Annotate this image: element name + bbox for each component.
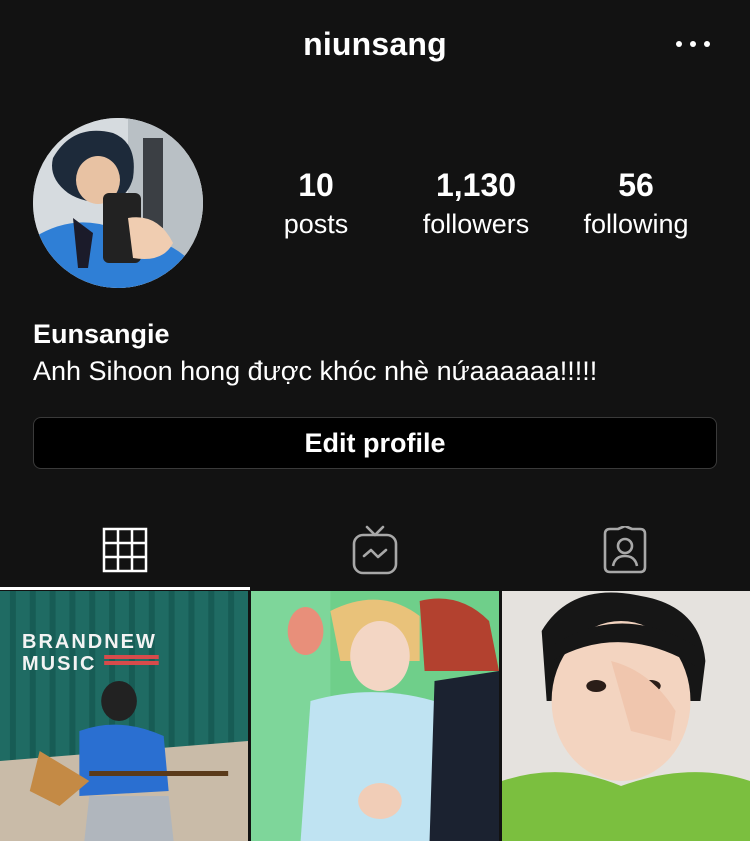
posts-grid: BRANDNEW MUSIC	[0, 591, 750, 841]
profile-tabs	[0, 510, 750, 590]
profile-header: niunsang	[0, 0, 750, 92]
edit-profile-button[interactable]: Edit profile	[33, 417, 717, 469]
profile-username: niunsang	[303, 26, 447, 62]
post-thumbnail-3[interactable]	[502, 591, 750, 841]
more-options-icon[interactable]	[676, 30, 710, 58]
tab-igtv[interactable]	[250, 510, 500, 590]
more-dot	[676, 41, 682, 47]
stat-following[interactable]: 56 following	[581, 166, 691, 242]
tab-tagged[interactable]	[500, 510, 750, 590]
stat-posts[interactable]: 10 posts	[261, 166, 371, 242]
igtv-icon	[352, 525, 398, 575]
caption-line: MUSIC	[22, 653, 97, 675]
post-image	[0, 591, 248, 841]
stat-value: 1,130	[435, 167, 517, 203]
stat-value: 56	[618, 167, 654, 203]
caption-line: BRANDNEW	[22, 631, 157, 653]
more-dot	[704, 41, 710, 47]
tab-posts-grid[interactable]	[0, 510, 250, 590]
post-image	[502, 591, 750, 841]
post-thumbnail-2[interactable]	[251, 591, 499, 841]
post-caption-text: BRANDNEW MUSIC	[22, 631, 157, 675]
stat-value: 10	[298, 167, 334, 203]
profile-stats: 10 posts 1,130 followers 56 following	[236, 166, 716, 242]
stat-label: followers	[422, 209, 530, 239]
stat-followers[interactable]: 1,130 followers	[421, 166, 531, 242]
more-dot	[690, 41, 696, 47]
display-name: Eunsangie	[33, 319, 170, 349]
stat-label: posts	[283, 209, 349, 239]
post-thumbnail-1[interactable]: BRANDNEW MUSIC	[0, 591, 248, 841]
avatar[interactable]	[33, 118, 203, 288]
post-image	[251, 591, 499, 841]
tagged-icon	[603, 526, 647, 574]
stat-label: following	[583, 209, 689, 239]
profile-photo	[33, 118, 203, 288]
profile-bio: Anh Sihoon hong được khóc nhè nứaaaaaa!!…	[33, 356, 598, 386]
grid-icon	[102, 527, 148, 573]
